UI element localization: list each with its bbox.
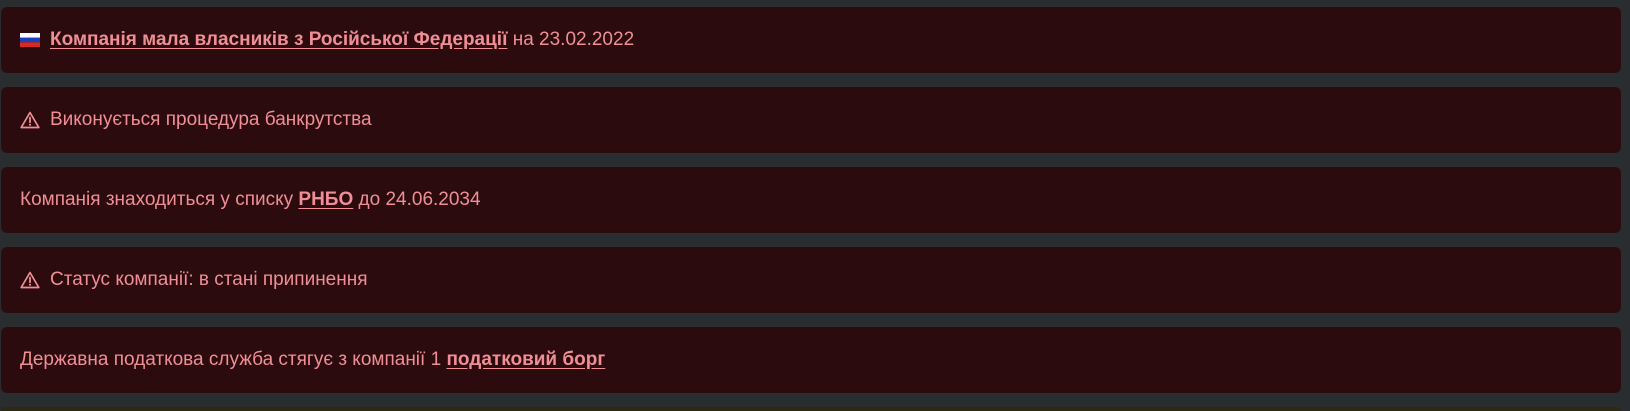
russian-owners-link[interactable]: Компанія мала власників з Російської Фед… — [50, 29, 507, 51]
bankruptcy-text: Виконується процедура банкрутства — [50, 109, 372, 130]
tax-debt-link[interactable]: податковий борг — [446, 349, 605, 371]
rnbo-date: до 24.06.2034 — [353, 189, 481, 210]
rnbo-link[interactable]: РНБО — [298, 189, 353, 211]
next-card-edge — [1, 407, 1621, 411]
alert-rnbo-sanctions: Компанія знаходиться у списку РНБО до 24… — [1, 167, 1621, 233]
alert-list: Компанія мала власників з Російської Фед… — [1, 7, 1621, 407]
alert-company-status: Статус компанії: в стані припинення — [1, 247, 1621, 313]
rnbo-prefix: Компанія знаходиться у списку — [20, 189, 299, 210]
alert-russian-owners: Компанія мала власників з Російської Фед… — [1, 7, 1621, 73]
tax-debt-prefix: Державна податкова служба стягує з компа… — [20, 349, 447, 370]
russian-owners-date: на 23.02.2022 — [507, 29, 635, 50]
company-status-text: Статус компанії: в стані припинення — [50, 269, 368, 290]
russia-flag-icon — [20, 33, 40, 47]
alert-tax-debt: Державна податкова служба стягує з компа… — [1, 327, 1621, 393]
warning-triangle-icon — [20, 271, 40, 289]
warning-triangle-icon — [20, 111, 40, 129]
alert-bankruptcy: Виконується процедура банкрутства — [1, 87, 1621, 153]
